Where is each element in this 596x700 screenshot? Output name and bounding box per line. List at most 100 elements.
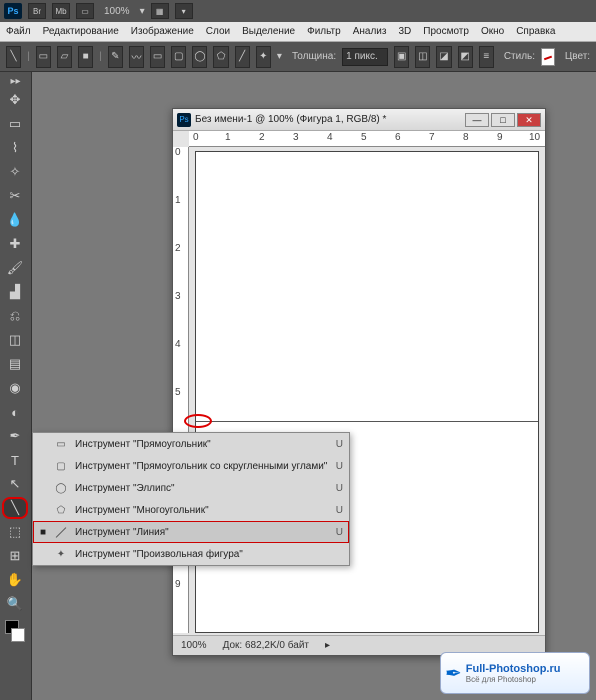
- line-icon: [53, 525, 69, 539]
- status-zoom[interactable]: 100%: [181, 640, 207, 651]
- annotation-red-circle: [184, 414, 212, 428]
- document-titlebar[interactable]: Ps Без имени-1 @ 100% (Фигура 1, RGB/8) …: [173, 109, 545, 131]
- ruler-horizontal[interactable]: 0 1 2 3 4 5 6 7 8 9 10: [189, 131, 545, 147]
- thickness-input[interactable]: [342, 48, 388, 66]
- zoom-level[interactable]: 100%: [104, 6, 130, 17]
- pathop-4-icon[interactable]: ◩: [458, 46, 473, 68]
- line-icon[interactable]: ╱: [235, 46, 250, 68]
- wand-tool-icon[interactable]: ✧: [2, 161, 28, 183]
- fill-pixels-icon[interactable]: ■: [78, 46, 93, 68]
- flyout-line[interactable]: ■ Инструмент "Линия" U: [33, 521, 349, 543]
- crop-tool-icon[interactable]: ✂: [2, 185, 28, 207]
- custom-shape-icon[interactable]: ✦: [256, 46, 271, 68]
- bridge-icon[interactable]: Br: [28, 3, 46, 19]
- minibridge-icon[interactable]: Mb: [52, 3, 70, 19]
- menu-file[interactable]: Файл: [6, 26, 31, 37]
- rect-icon[interactable]: ▭: [150, 46, 165, 68]
- blur-tool-icon[interactable]: ◉: [2, 377, 28, 399]
- menu-layer[interactable]: Слои: [206, 26, 230, 37]
- watermark-sub: Всё для Photoshop: [466, 675, 561, 684]
- dodge-tool-icon[interactable]: ◐: [2, 401, 28, 423]
- screenmode-icon[interactable]: ▭: [76, 3, 94, 19]
- paths-icon[interactable]: ▱: [57, 46, 72, 68]
- stamp-tool-icon[interactable]: ▟: [2, 281, 28, 303]
- brush-tool-icon[interactable]: 🖌: [2, 257, 28, 279]
- menu-image[interactable]: Изображение: [131, 26, 194, 37]
- move-tool-icon[interactable]: ✥: [2, 89, 28, 111]
- maximize-button[interactable]: □: [491, 113, 515, 127]
- drawn-line-shape: [196, 421, 538, 422]
- healing-tool-icon[interactable]: ✚: [2, 233, 28, 255]
- menu-3d[interactable]: 3D: [398, 26, 411, 37]
- zoom-dropdown-icon[interactable]: ▾: [140, 6, 145, 17]
- menu-select[interactable]: Выделение: [242, 26, 295, 37]
- watermark: ✒ Full-Photoshop.ru Всё для Photoshop: [440, 652, 590, 694]
- style-swatch[interactable]: [541, 48, 555, 66]
- freeform-pen-icon[interactable]: 〰: [129, 46, 144, 68]
- checkmark-icon: ■: [39, 527, 47, 538]
- pathop-2-icon[interactable]: ◫: [415, 46, 430, 68]
- minimize-button[interactable]: —: [465, 113, 489, 127]
- lasso-tool-icon[interactable]: ⌇: [2, 137, 28, 159]
- canvas-area: Ps Без имени-1 @ 100% (Фигура 1, RGB/8) …: [32, 72, 596, 700]
- history-brush-icon[interactable]: ⎌: [2, 305, 28, 327]
- menu-edit[interactable]: Редактирование: [43, 26, 119, 37]
- menu-filter[interactable]: Фильтр: [307, 26, 341, 37]
- flyout-ellipse[interactable]: ◯ Инструмент "Эллипс" U: [33, 477, 349, 499]
- hand-tool-icon[interactable]: ✋: [2, 569, 28, 591]
- ellipse-icon[interactable]: ◯: [192, 46, 207, 68]
- roundrect-icon[interactable]: ▢: [171, 46, 186, 68]
- pathop-3-icon[interactable]: ◪: [436, 46, 451, 68]
- flyout-rounded-rectangle[interactable]: ▢ Инструмент "Прямоугольник со скругленн…: [33, 455, 349, 477]
- pen-tool-icon[interactable]: ✒: [2, 425, 28, 447]
- shape-tool-flyout: ▭ Инструмент "Прямоугольник" U ▢ Инструм…: [32, 432, 350, 566]
- custom-shape-icon: ✦: [53, 547, 69, 561]
- 3d-tool-icon[interactable]: ⬚: [2, 521, 28, 543]
- color-label: Цвет:: [565, 51, 590, 62]
- type-tool-icon[interactable]: T: [2, 449, 28, 471]
- menu-window[interactable]: Окно: [481, 26, 504, 37]
- ellipse-icon: ◯: [53, 481, 69, 495]
- polygon-icon: ⬠: [53, 503, 69, 517]
- flyout-rectangle[interactable]: ▭ Инструмент "Прямоугольник" U: [33, 433, 349, 455]
- extras-icon[interactable]: ▾: [175, 3, 193, 19]
- pen-icon[interactable]: ✎: [108, 46, 123, 68]
- arrange-icon[interactable]: ▦: [151, 3, 169, 19]
- ps-logo: Ps: [4, 3, 22, 19]
- marquee-tool-icon[interactable]: ▭: [2, 113, 28, 135]
- toolbox-collapse-icon[interactable]: ▸▸: [2, 76, 29, 87]
- polygon-icon[interactable]: ⬠: [213, 46, 228, 68]
- thickness-label: Толщина:: [292, 51, 336, 62]
- app-title-bar: Ps Br Mb ▭ 100% ▾ ▦ ▾: [0, 0, 596, 22]
- status-arrow-icon[interactable]: ▸: [325, 640, 330, 651]
- shape-tool-icon[interactable]: ╲: [2, 497, 28, 519]
- shape-layers-icon[interactable]: ▭: [36, 46, 51, 68]
- flyout-polygon[interactable]: ⬠ Инструмент "Многоугольник" U: [33, 499, 349, 521]
- eyedropper-tool-icon[interactable]: 💧: [2, 209, 28, 231]
- tool-preset-icon[interactable]: ╲: [6, 46, 21, 68]
- toolbox: ▸▸ ✥ ▭ ⌇ ✧ ✂ 💧 ✚ 🖌 ▟ ⎌ ◫ ▤ ◉ ◐ ✒ T ↖ ╲ ⬚…: [0, 72, 32, 700]
- menu-analysis[interactable]: Анализ: [353, 26, 387, 37]
- 3d-camera-icon[interactable]: ⊞: [2, 545, 28, 567]
- path-select-icon[interactable]: ↖: [2, 473, 28, 495]
- roundrect-icon: ▢: [53, 459, 69, 473]
- close-button[interactable]: ✕: [517, 113, 541, 127]
- color-swatch[interactable]: [2, 617, 28, 645]
- status-docsize[interactable]: Док: 682,2K/0 байт: [223, 640, 309, 651]
- main-menu: Файл Редактирование Изображение Слои Выд…: [0, 22, 596, 42]
- shape-dropdown-icon[interactable]: ▾: [277, 51, 282, 62]
- doc-ps-icon: Ps: [177, 113, 191, 127]
- style-label: Стиль:: [504, 51, 535, 62]
- flyout-custom-shape[interactable]: ✦ Инструмент "Произвольная фигура": [33, 543, 349, 565]
- document-title: Без имени-1 @ 100% (Фигура 1, RGB/8) *: [195, 114, 463, 125]
- zoom-tool-icon[interactable]: 🔍: [2, 593, 28, 615]
- align-icon[interactable]: ≡: [479, 46, 494, 68]
- eraser-tool-icon[interactable]: ◫: [2, 329, 28, 351]
- feather-icon: ✒: [445, 661, 462, 686]
- pathop-1-icon[interactable]: ▣: [394, 46, 409, 68]
- rect-icon: ▭: [53, 437, 69, 451]
- menu-view[interactable]: Просмотр: [423, 26, 469, 37]
- menu-help[interactable]: Справка: [516, 26, 555, 37]
- document-window: Ps Без имени-1 @ 100% (Фигура 1, RGB/8) …: [172, 108, 546, 656]
- gradient-tool-icon[interactable]: ▤: [2, 353, 28, 375]
